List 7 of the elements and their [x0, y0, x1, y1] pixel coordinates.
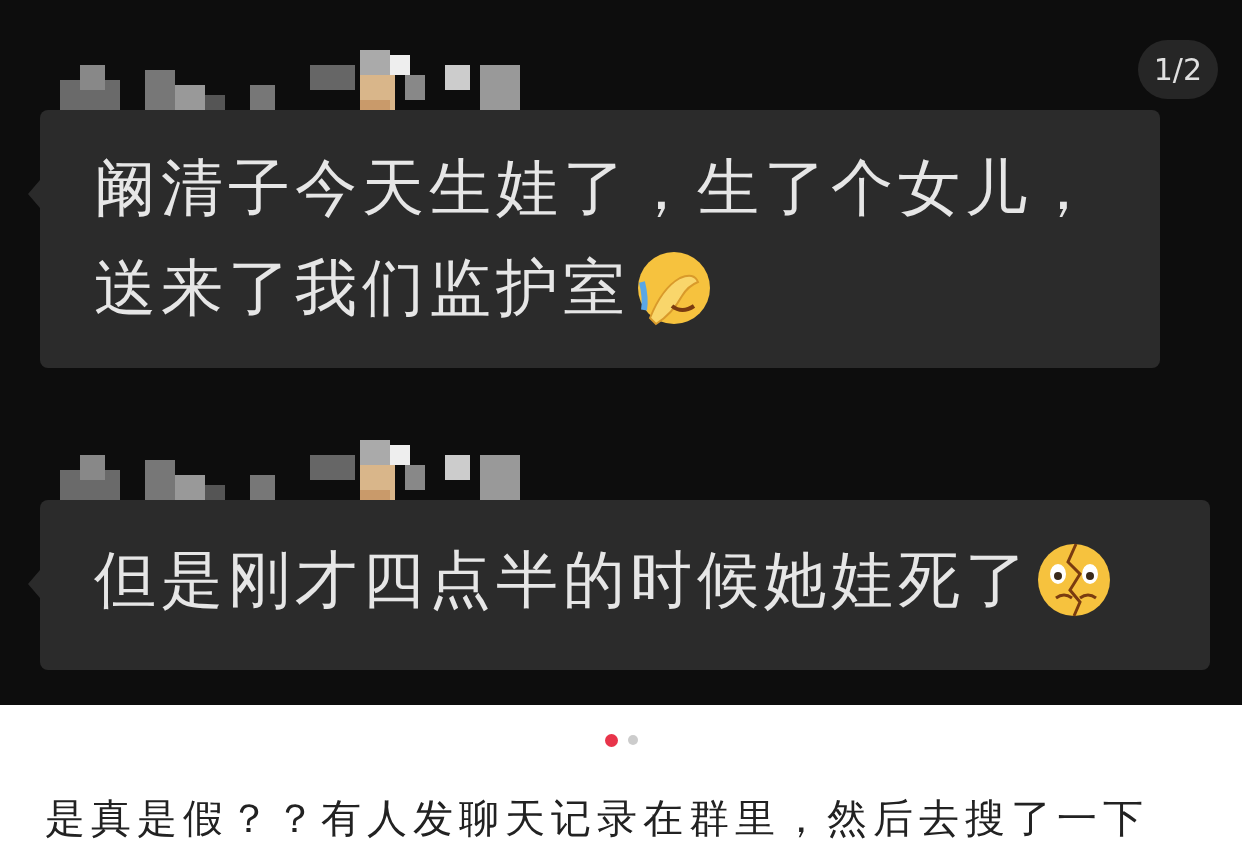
message-text: 阚清子今天生娃了，生了个女儿， [94, 150, 1099, 226]
page-counter: 1/2 [1137, 40, 1218, 99]
post-caption: 是真是假？？有人发聊天记录在群里，然后去搜了一下 [45, 794, 1149, 843]
message-text: 但是刚才四点半的时候她娃死了 [94, 542, 1032, 618]
message-text: 送来了我们监护室 [94, 250, 630, 326]
pager-dot[interactable] [604, 734, 618, 747]
pager-dot[interactable] [627, 735, 638, 745]
